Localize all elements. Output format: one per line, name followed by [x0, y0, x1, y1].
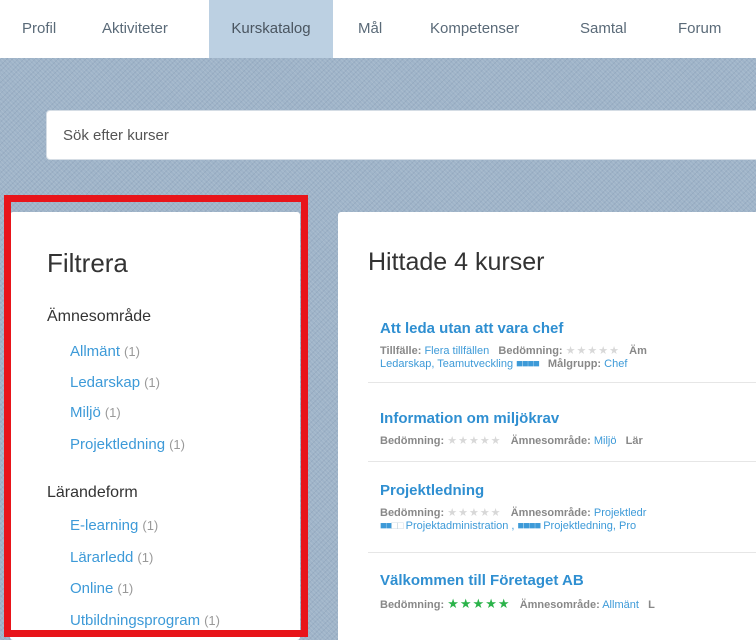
course-meta: Tillfälle: Flera tillfällen Bedömning: ★…	[380, 344, 647, 357]
rating-stars-icon: ★★★★★	[447, 507, 502, 519]
meta-key: Målgrupp:	[547, 358, 602, 370]
level-dots-icon: ■■■■	[517, 520, 542, 532]
meta-key: Ämnesområde:	[510, 507, 591, 519]
filter-item-count: (1)	[204, 613, 220, 628]
meta-key: Äm	[629, 345, 647, 357]
top-navigation: Profil Aktiviteter Kurskatalog Mål Kompe…	[0, 0, 756, 58]
meta-value-link[interactable]: Flera tillfällen	[424, 345, 489, 357]
tab-profil[interactable]: Profil	[10, 0, 68, 58]
filter-item-label: Online	[70, 580, 114, 597]
course-meta: ■■□□ Projektadministration , ■■■■ Projek…	[380, 520, 636, 532]
meta-key: L	[648, 599, 655, 611]
meta-value-link[interactable]: Projektledr	[594, 507, 647, 519]
filter-item-allmant[interactable]: Allmänt (1)	[70, 343, 140, 360]
meta-value-link[interactable]: Projektledning, Pro	[543, 520, 636, 532]
filter-item-miljo[interactable]: Miljö (1)	[70, 404, 121, 421]
tab-kurskatalog[interactable]: Kurskatalog	[209, 0, 333, 58]
filter-item-label: Utbildningsprogram	[70, 612, 201, 629]
filter-item-count: (1)	[137, 550, 154, 565]
tab-samtal[interactable]: Samtal	[568, 0, 639, 58]
dots-filled: ■■	[380, 520, 392, 532]
filter-item-count: (1)	[142, 518, 159, 533]
filter-group-larandeform: Lärandeform	[47, 484, 138, 501]
filter-panel: Filtrera Ämnesområde Allmänt (1) Ledarska…	[10, 212, 300, 640]
course-meta: Bedömning: ★★★★★ Ämnesområde: Allmänt L	[380, 596, 655, 612]
meta-value-link[interactable]: Projektadministration ,	[406, 520, 515, 532]
filter-item-projektledning[interactable]: Projektledning (1)	[70, 436, 185, 453]
course-title-link[interactable]: Projektledning	[380, 482, 484, 499]
divider	[368, 552, 756, 553]
meta-key: Bedömning:	[498, 345, 563, 357]
search-box	[46, 110, 756, 160]
filter-item-count: (1)	[144, 375, 160, 390]
course-meta: Ledarskap, Teamutveckling ■■■■ Målgrupp:…	[380, 358, 627, 370]
course-title-link[interactable]: Information om miljökrav	[380, 410, 559, 427]
meta-key: Bedömning:	[380, 599, 445, 611]
filter-item-count: (1)	[104, 405, 121, 420]
dots-empty: □□	[391, 520, 403, 532]
level-dots-icon: ■■□□	[380, 520, 404, 532]
filter-group-amnesomrade: Ämnesområde	[47, 308, 152, 325]
filter-item-label: Miljö	[70, 404, 101, 421]
filter-item-ledarskap[interactable]: Ledarskap (1)	[70, 374, 160, 391]
filter-item-label: Allmänt	[70, 343, 121, 360]
filter-item-label: E-learning	[70, 517, 139, 534]
tab-mal[interactable]: Mål	[346, 0, 394, 58]
level-dots-icon: ■■■■	[516, 358, 540, 370]
course-title-link[interactable]: Välkommen till Företaget AB	[380, 572, 584, 589]
results-heading: Hittade 4 kurser	[368, 248, 545, 276]
rating-stars-icon: ★★★★★	[447, 435, 502, 447]
meta-key: Ämnesområde:	[510, 435, 591, 447]
tab-aktiviteter[interactable]: Aktiviteter	[90, 0, 180, 58]
meta-key: Ämnesområde:	[519, 599, 600, 611]
course-title-link[interactable]: Att leda utan att vara chef	[380, 320, 563, 337]
meta-key: Bedömning:	[380, 435, 445, 447]
filter-item-label: Projektledning	[70, 436, 166, 453]
divider	[368, 382, 756, 383]
filter-item-label: Lärarledd	[70, 549, 134, 566]
meta-key: Bedömning:	[380, 507, 445, 519]
filter-item-label: Ledarskap	[70, 374, 141, 391]
rating-stars-icon: ★★★★★	[447, 596, 511, 611]
filter-item-lararledd[interactable]: Lärarledd (1)	[70, 549, 153, 566]
meta-value-link[interactable]: Miljö	[594, 435, 617, 447]
results-panel: Hittade 4 kurser Att leda utan att vara …	[338, 212, 756, 640]
filter-item-count: (1)	[169, 437, 185, 452]
filter-item-utbildningsprogram[interactable]: Utbildningsprogram (1)	[70, 612, 220, 629]
meta-value-link[interactable]: Chef	[604, 358, 627, 370]
filter-title: Filtrera	[47, 248, 128, 278]
tab-forum[interactable]: Forum	[666, 0, 733, 58]
meta-value-link[interactable]: Ledarskap, Teamutveckling	[380, 358, 513, 370]
course-meta: Bedömning: ★★★★★ Ämnesområde: Projektled…	[380, 506, 646, 519]
filter-item-count: (1)	[117, 581, 134, 596]
filter-item-count: (1)	[124, 344, 140, 359]
meta-value-link[interactable]: Allmänt	[602, 599, 639, 611]
divider	[368, 461, 756, 462]
rating-stars-icon: ★★★★★	[565, 345, 620, 357]
tab-kompetenser[interactable]: Kompetenser	[418, 0, 531, 58]
filter-item-e-learning[interactable]: E-learning (1)	[70, 517, 158, 534]
course-meta: Bedömning: ★★★★★ Ämnesområde: Miljö Lär	[380, 434, 643, 447]
filter-item-online[interactable]: Online (1)	[70, 580, 133, 597]
search-input[interactable]	[47, 111, 756, 159]
meta-key: Lär	[625, 435, 643, 447]
meta-key: Tillfälle:	[380, 345, 422, 357]
